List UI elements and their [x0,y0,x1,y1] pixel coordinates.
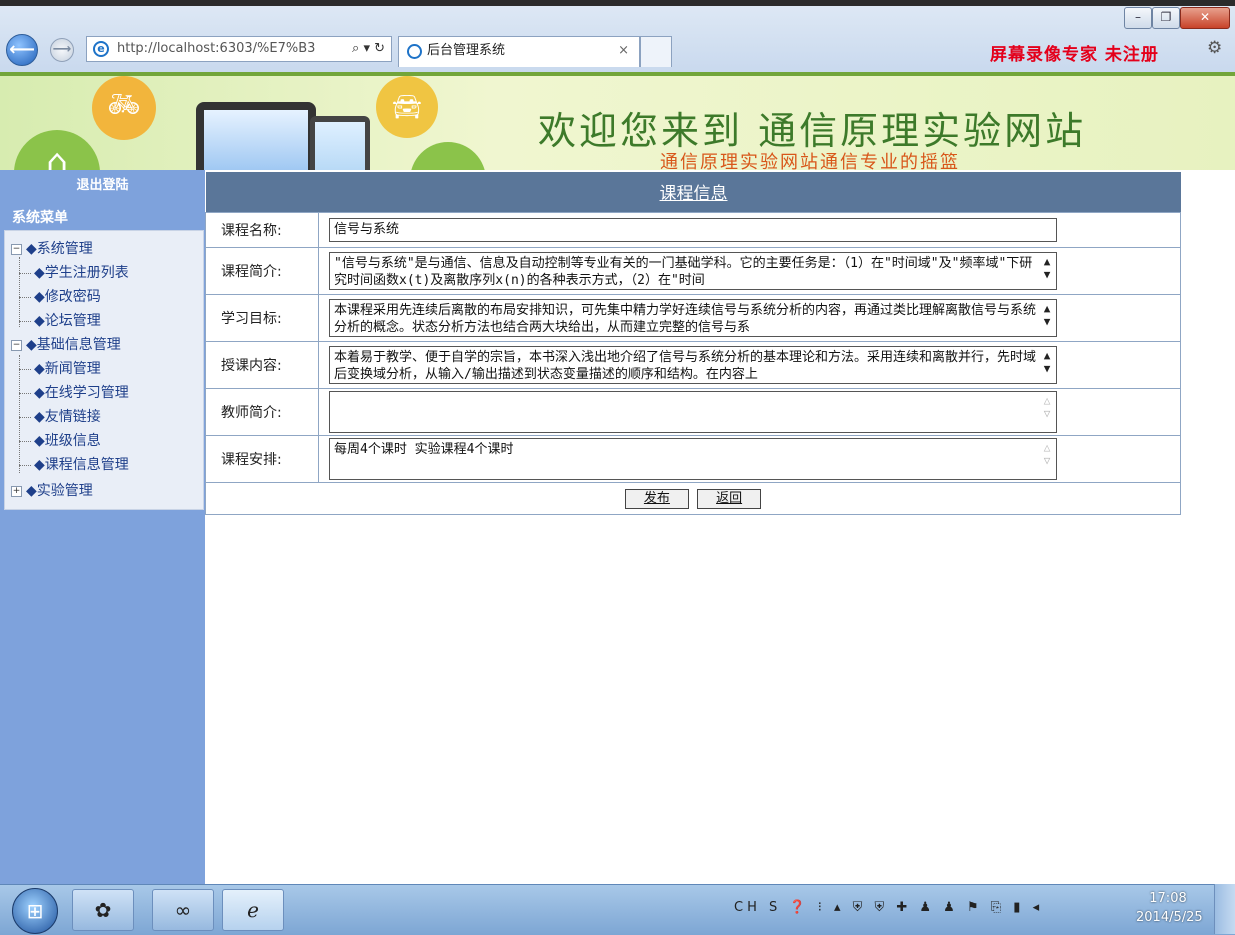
menu-group-label: ◆基础信息管理 [26,337,121,353]
course-intro-textarea[interactable]: "信号与系统"是与通信、信息及自动控制等专业有关的一门基础学科。它的主要任务是：… [329,252,1057,290]
course-name-input[interactable]: 信号与系统 [329,218,1057,242]
menu-group-experiments[interactable]: + ◆实验管理 [11,480,93,500]
publish-button[interactable]: 发布 [624,488,689,509]
scroll-arrows-icon[interactable]: ▲ ▼ [1040,255,1054,281]
schedule-value: 每周4个课时 实验课程4个课时 [334,442,514,457]
learning-goal-textarea[interactable]: 本课程采用先连续后离散的布局安排知识，可先集中精力学好连续信号与系统分析的内容，… [329,299,1057,337]
course-name-label: 课程名称: [205,212,319,248]
minimize-button[interactable]: – [1124,7,1152,29]
menu-item-student-list[interactable]: ◆学生注册列表 [19,262,129,282]
maximize-button[interactable]: ❐ [1152,7,1180,29]
teacher-intro-label: 教师简介: [205,388,319,436]
browser-tab[interactable]: 后台管理系统 × [398,36,640,67]
menu-group-system[interactable]: − ◆系统管理 [11,238,93,258]
clock-date: 2014/5/25 [1136,910,1203,925]
ie-tab-icon [407,44,422,59]
menu-item-news[interactable]: ◆新闻管理 [19,358,101,378]
scroll-arrows-icon[interactable]: ▲ ▼ [1040,302,1054,328]
schedule-label: 课程安排: [205,435,319,483]
menu-item-course-info[interactable]: ◆课程信息管理 [19,454,129,474]
menu-item-forum[interactable]: ◆论坛管理 [19,310,101,330]
tab-close-icon[interactable]: × [618,37,629,65]
menu-item-links[interactable]: ◆友情链接 [19,406,101,426]
menu-item-label: ◆友情链接 [34,409,101,425]
address-bar[interactable]: e http://localhost:6303/%E7%B3 ⌕ ▾ ↻ [86,36,392,62]
form-actions: 发布 返回 [205,482,1181,515]
menu-item-label: ◆新闻管理 [34,361,101,377]
teaching-content-label: 授课内容: [205,341,319,389]
scroll-arrows-icon[interactable]: △ ▽ [1040,441,1054,467]
menu-tree: − ◆系统管理 ◆学生注册列表 ◆修改密码 ◆论坛管理 − ◆基础信息管理 ◆新闻管… [4,230,204,510]
expand-icon[interactable]: + [11,485,22,497]
banner-subtitle: 通信原理实验网站通信专业的摇篮 [660,152,960,173]
taskbar-infinity-icon[interactable]: ∞ [152,889,214,931]
menu-item-label: ◆修改密码 [34,289,101,305]
clock[interactable]: 17:08 2014/5/25 [1136,889,1203,927]
address-tools[interactable]: ⌕ ▾ ↻ [352,37,385,61]
back-button[interactable]: 返回 [697,488,762,509]
address-text: http://localhost:6303/%E7%B3 [117,41,316,56]
menu-group-label: ◆系统管理 [26,241,93,257]
recorder-watermark: 屏幕录像专家 未注册 [990,45,1159,65]
collapse-icon[interactable]: − [11,339,22,351]
logout-link[interactable]: 退出登陆 [0,174,205,193]
learning-goal-label: 学习目标: [205,294,319,342]
menu-title: 系统菜单 [12,210,68,226]
schedule-textarea[interactable]: 每周4个课时 实验课程4个课时 △ ▽ [329,438,1057,480]
menu-item-label: ◆学生注册列表 [34,265,129,281]
menu-item-change-password[interactable]: ◆修改密码 [19,286,101,306]
ie-page-icon: e [93,41,109,57]
menu-group-basic-info[interactable]: − ◆基础信息管理 [11,334,121,354]
banner-top-stripe [0,72,1235,76]
learning-goal-value: 本课程采用先连续后离散的布局安排知识，可先集中精力学好连续信号与系统分析的内容，… [334,303,1037,335]
phones-image [196,102,316,170]
forward-button[interactable]: ⟶ [50,38,74,62]
start-button[interactable]: ⊞ [12,888,58,934]
menu-item-online-learning[interactable]: ◆在线学习管理 [19,382,129,402]
teacher-intro-textarea[interactable]: △ ▽ [329,391,1057,433]
tab-title: 后台管理系统 [427,43,506,58]
scroll-arrows-icon[interactable]: △ ▽ [1040,394,1054,420]
taskbar-ie-icon[interactable]: ℯ [222,889,284,931]
course-name-value: 信号与系统 [334,222,400,237]
car-icon: 🚘︎ [376,76,438,138]
clock-time: 17:08 [1149,891,1187,906]
system-tray[interactable]: CH S ❓ ⁝ ▴ ⛨ ⛨ ✚ ♟ ♟ ⚑ ⎘ ▮ ◂ [734,900,1043,915]
menu-item-class-info[interactable]: ◆班级信息 [19,430,101,450]
form-title: 课程信息 [206,172,1181,212]
course-intro-label: 课程简介: [205,247,319,295]
gear-icon[interactable]: ⚙ [1207,38,1222,58]
course-intro-value: "信号与系统"是与通信、信息及自动控制等专业有关的一门基础学科。它的主要任务是：… [334,256,1033,288]
phone-circle-icon [410,142,486,170]
menu-item-label: ◆课程信息管理 [34,457,129,473]
back-button[interactable]: ⟵ [6,34,38,66]
menu-item-label: ◆在线学习管理 [34,385,129,401]
close-window-button[interactable]: ✕ [1180,7,1230,29]
show-desktop-button[interactable] [1214,884,1235,934]
window-top-border [0,0,1235,6]
taskbar-app-icon[interactable]: ✿ [72,889,134,931]
teaching-content-textarea[interactable]: 本着易于教学、便于自学的宗旨，本书深入浅出地介绍了信号与系统分析的基本理论和方法… [329,346,1057,384]
scroll-arrows-icon[interactable]: ▲ ▼ [1040,349,1054,375]
home-icon: ⌂ [14,130,100,170]
collapse-icon[interactable]: − [11,243,22,255]
menu-item-label: ◆班级信息 [34,433,101,449]
teaching-content-value: 本着易于教学、便于自学的宗旨，本书深入浅出地介绍了信号与系统分析的基本理论和方法… [334,350,1037,382]
phone-image-right [310,116,370,170]
menu-group-label: ◆实验管理 [26,483,93,499]
course-form: 课程名称: 信号与系统 课程简介: "信号与系统"是与通信、信息及自动控制等专业… [205,212,1181,515]
menu-item-label: ◆论坛管理 [34,313,101,329]
new-tab-button[interactable] [640,36,672,67]
welcome-heading: 欢迎您来到 通信原理实验网站 [538,109,1087,153]
bicycle-icon: 🚲︎ [92,76,156,140]
